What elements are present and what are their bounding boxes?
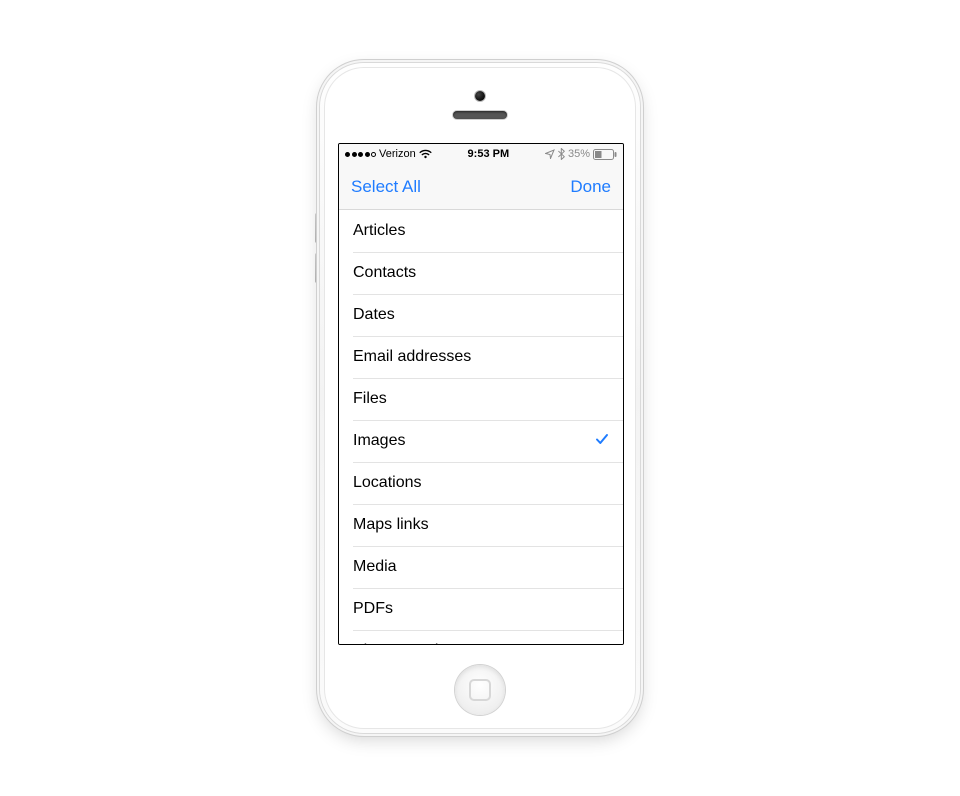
status-bar: Verizon 9:53 PM <box>339 144 623 165</box>
signal-dot-icon <box>345 152 350 157</box>
front-camera-icon <box>475 91 485 101</box>
checkmark-icon <box>595 432 609 451</box>
list-item-label: Images <box>353 432 595 450</box>
list-item[interactable]: Email addresses <box>339 336 623 378</box>
battery-percent: 35% <box>568 148 590 160</box>
carrier-label: Verizon <box>379 148 416 160</box>
phone-frame: Verizon 9:53 PM <box>320 63 640 733</box>
list-item-label: Files <box>353 390 609 408</box>
list-item[interactable]: Images <box>339 420 623 462</box>
location-services-icon <box>545 149 555 159</box>
list-item[interactable]: Dates <box>339 294 623 336</box>
list-item[interactable]: PDFs <box>339 588 623 630</box>
nav-bar: Select All Done <box>339 165 623 210</box>
signal-dot-icon <box>371 152 376 157</box>
signal-dot-icon <box>358 152 363 157</box>
list-item[interactable]: Locations <box>339 462 623 504</box>
list-item-label: Locations <box>353 474 609 492</box>
signal-strength-icon <box>345 152 376 157</box>
bluetooth-icon <box>558 148 565 160</box>
list-item[interactable]: Articles <box>339 210 623 252</box>
list-item-label: Email addresses <box>353 348 609 366</box>
screen: Verizon 9:53 PM <box>338 143 624 645</box>
status-left: Verizon <box>345 148 432 160</box>
list-item-label: Dates <box>353 306 609 324</box>
battery-icon <box>593 149 617 160</box>
list-item[interactable]: Media <box>339 546 623 588</box>
list-item-label: Maps links <box>353 516 609 534</box>
status-right: 35% <box>545 148 617 160</box>
list-item[interactable]: Maps links <box>339 504 623 546</box>
list-item[interactable]: Phone numbers <box>339 630 623 645</box>
signal-dot-icon <box>365 152 370 157</box>
signal-dot-icon <box>352 152 357 157</box>
status-time: 9:53 PM <box>432 148 545 160</box>
stage: Verizon 9:53 PM <box>0 0 960 796</box>
home-button[interactable] <box>455 665 505 715</box>
list-item-label: Media <box>353 558 609 576</box>
list-item-label: Contacts <box>353 264 609 282</box>
list-item-label: Phone numbers <box>353 642 609 645</box>
select-all-button[interactable]: Select All <box>351 177 421 197</box>
list-item-label: Articles <box>353 222 609 240</box>
wifi-icon <box>419 149 432 159</box>
done-button[interactable]: Done <box>570 177 611 197</box>
list-item-label: PDFs <box>353 600 609 618</box>
earpiece-icon <box>453 111 507 119</box>
list-item[interactable]: Contacts <box>339 252 623 294</box>
options-list[interactable]: Articles Contacts Dates Email addresses File… <box>339 210 623 645</box>
list-item[interactable]: Files <box>339 378 623 420</box>
